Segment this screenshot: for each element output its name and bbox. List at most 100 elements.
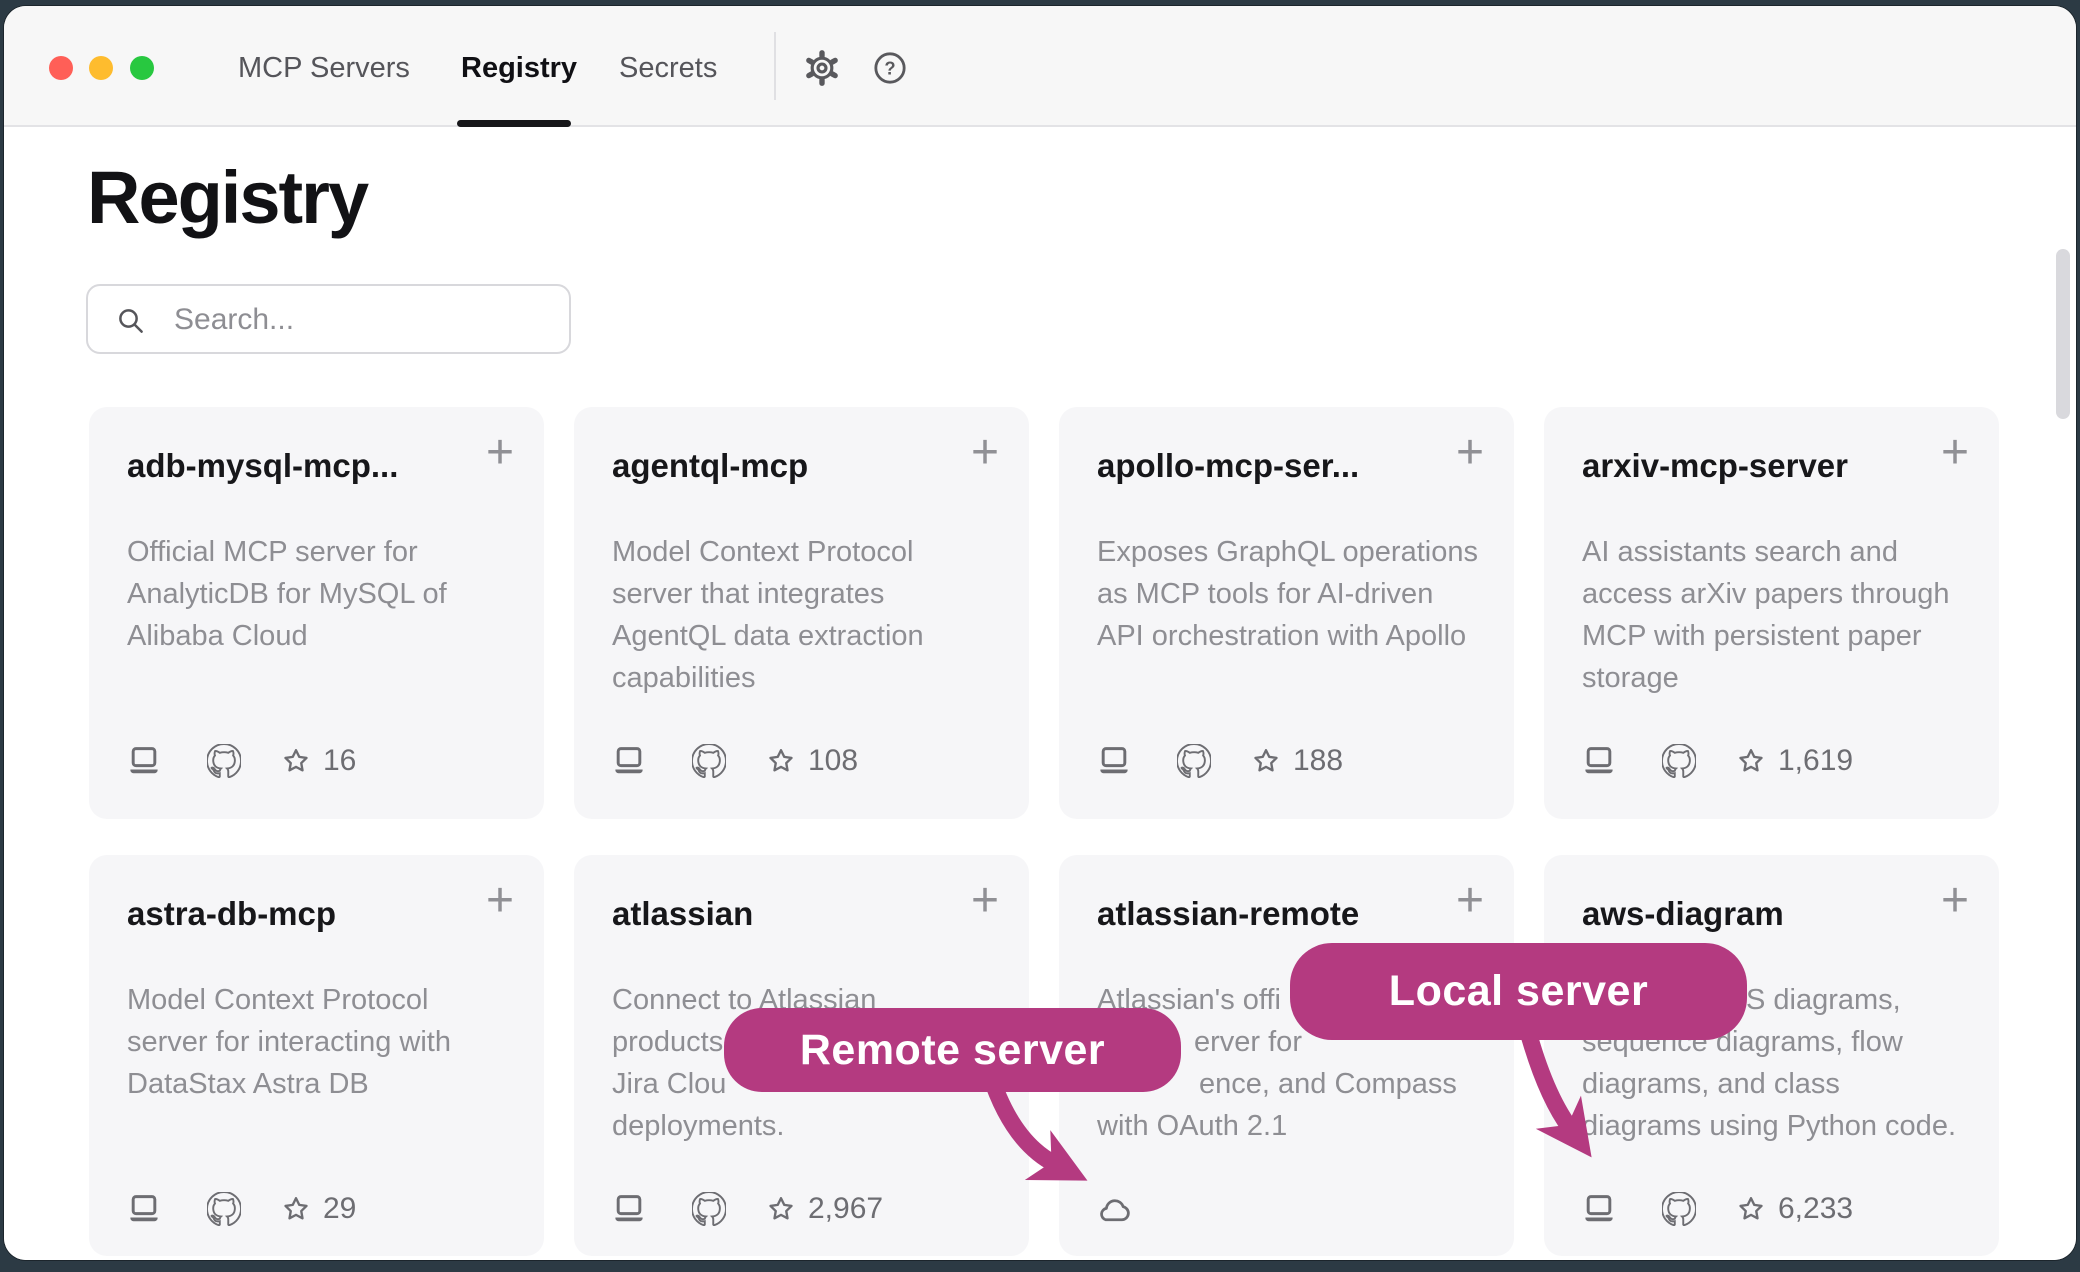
star-icon: [1251, 746, 1281, 776]
description-line: MCP with persistent paper: [1582, 615, 1975, 657]
server-name: adb-mysql-mcp...: [127, 447, 452, 485]
server-name: atlassian: [612, 895, 937, 933]
add-server-button[interactable]: +: [1456, 425, 1484, 481]
server-card-footer: 6,233: [1580, 1189, 1853, 1229]
description-line: AnalyticDB for MySQL of: [127, 573, 520, 615]
server-card-aws-diagram[interactable]: aws-diagram + S diagrams,sequence diagra…: [1544, 855, 1999, 1256]
description-line: DataStax Astra DB: [127, 1063, 520, 1105]
github-icon: [692, 744, 726, 778]
description-line: capabilities: [612, 657, 1005, 699]
add-server-button[interactable]: +: [1941, 425, 1969, 481]
cloud-icon: [1095, 1193, 1135, 1225]
toolbar-divider: [774, 32, 776, 100]
server-name: apollo-mcp-ser...: [1097, 447, 1422, 485]
server-card-agentql-mcp[interactable]: agentql-mcp + Model Context Protocolserv…: [574, 407, 1029, 819]
description-line: as MCP tools for AI-driven: [1097, 573, 1490, 615]
description-line: Alibaba Cloud: [127, 615, 520, 657]
laptop-icon: [610, 1192, 648, 1226]
page-title: Registry: [87, 155, 367, 240]
laptop-icon: [610, 744, 648, 778]
github-icon: [207, 744, 241, 778]
scrollbar-thumb[interactable]: [2056, 249, 2070, 419]
server-card-footer: 1,619: [1580, 741, 1853, 781]
close-window-button[interactable]: [49, 56, 73, 80]
add-server-button[interactable]: +: [1456, 873, 1484, 929]
server-card-footer: 16: [125, 741, 356, 781]
server-description: AI assistants search andaccess arXiv pap…: [1582, 531, 1975, 699]
local-server-annotation: Local server: [1290, 943, 1747, 1040]
add-server-button[interactable]: +: [1941, 873, 1969, 929]
star-icon: [1736, 1194, 1766, 1224]
description-line: storage: [1582, 657, 1975, 699]
laptop-icon: [125, 1192, 163, 1226]
github-icon: [1662, 744, 1696, 778]
server-name: astra-db-mcp: [127, 895, 452, 933]
remote-server-annotation: Remote server: [724, 1008, 1181, 1092]
server-card-astra-db-mcp[interactable]: astra-db-mcp + Model Context Protocolser…: [89, 855, 544, 1256]
search-box: [86, 284, 571, 354]
add-server-button[interactable]: +: [971, 425, 999, 481]
add-server-button[interactable]: +: [971, 873, 999, 929]
server-name: atlassian-remote: [1097, 895, 1422, 933]
search-icon: [116, 306, 146, 336]
zoom-window-button[interactable]: [130, 56, 154, 80]
title-bar: MCP Servers Registry Secrets ?: [4, 6, 2076, 127]
server-card-adb-mysql-mcp[interactable]: adb-mysql-mcp... + Official MCP server f…: [89, 407, 544, 819]
server-name: aws-diagram: [1582, 895, 1907, 933]
description-line: diagrams, and class: [1582, 1063, 1975, 1105]
server-card-arxiv-mcp-server[interactable]: arxiv-mcp-server + AI assistants search …: [1544, 407, 1999, 819]
star-count: 1,619: [1778, 744, 1853, 778]
github-icon: [207, 1192, 241, 1226]
description-line: server for interacting with: [127, 1021, 520, 1063]
github-icon: [1177, 744, 1211, 778]
add-server-button[interactable]: +: [486, 873, 514, 929]
laptop-icon: [1580, 744, 1618, 778]
svg-text:?: ?: [884, 58, 895, 79]
star-count: 16: [323, 744, 356, 778]
description-line: Model Context Protocol: [612, 531, 1005, 573]
description-line: Model Context Protocol: [127, 979, 520, 1021]
server-card-footer: 108: [610, 741, 858, 781]
tab-registry[interactable]: Registry: [461, 50, 577, 86]
search-input[interactable]: [172, 286, 559, 354]
star-count: 2,967: [808, 1192, 883, 1226]
server-card-footer: [1095, 1189, 1135, 1229]
server-card-footer: 188: [1095, 741, 1343, 781]
github-icon: [1662, 1192, 1696, 1226]
server-description: Exposes GraphQL operationsas MCP tools f…: [1097, 531, 1490, 657]
description-line: deployments.: [612, 1105, 1005, 1147]
star-icon: [281, 1194, 311, 1224]
star-count: 108: [808, 744, 858, 778]
description-line: with OAuth 2.1: [1097, 1105, 1490, 1147]
server-card-footer: 29: [125, 1189, 356, 1229]
tab-secrets[interactable]: Secrets: [619, 50, 717, 86]
description-line: Exposes GraphQL operations: [1097, 531, 1490, 573]
laptop-icon: [1095, 744, 1133, 778]
github-icon: [692, 1192, 726, 1226]
description-line: API orchestration with Apollo: [1097, 615, 1490, 657]
active-tab-indicator: [457, 120, 571, 127]
gear-icon[interactable]: [803, 49, 841, 92]
laptop-icon: [125, 744, 163, 778]
description-line: AI assistants search and: [1582, 531, 1975, 573]
help-icon[interactable]: ?: [873, 51, 907, 90]
description-line: access arXiv papers through: [1582, 573, 1975, 615]
server-name: arxiv-mcp-server: [1582, 447, 1907, 485]
add-server-button[interactable]: +: [486, 425, 514, 481]
server-description: Official MCP server forAnalyticDB for My…: [127, 531, 520, 657]
description-line: diagrams using Python code.: [1582, 1105, 1975, 1147]
app-window: MCP Servers Registry Secrets ? R: [4, 6, 2076, 1260]
server-card-apollo-mcp-ser[interactable]: apollo-mcp-ser... + Exposes GraphQL oper…: [1059, 407, 1514, 819]
server-description: Model Context Protocolserver for interac…: [127, 979, 520, 1105]
star-count: 29: [323, 1192, 356, 1226]
tab-mcp-servers[interactable]: MCP Servers: [238, 50, 410, 86]
server-description: Model Context Protocolserver that integr…: [612, 531, 1005, 699]
laptop-icon: [1580, 1192, 1618, 1226]
minimize-window-button[interactable]: [89, 56, 113, 80]
star-count: 6,233: [1778, 1192, 1853, 1226]
description-line: AgentQL data extraction: [612, 615, 1005, 657]
description-line: Official MCP server for: [127, 531, 520, 573]
star-icon: [1736, 746, 1766, 776]
server-card-footer: 2,967: [610, 1189, 883, 1229]
description-line: server that integrates: [612, 573, 1005, 615]
